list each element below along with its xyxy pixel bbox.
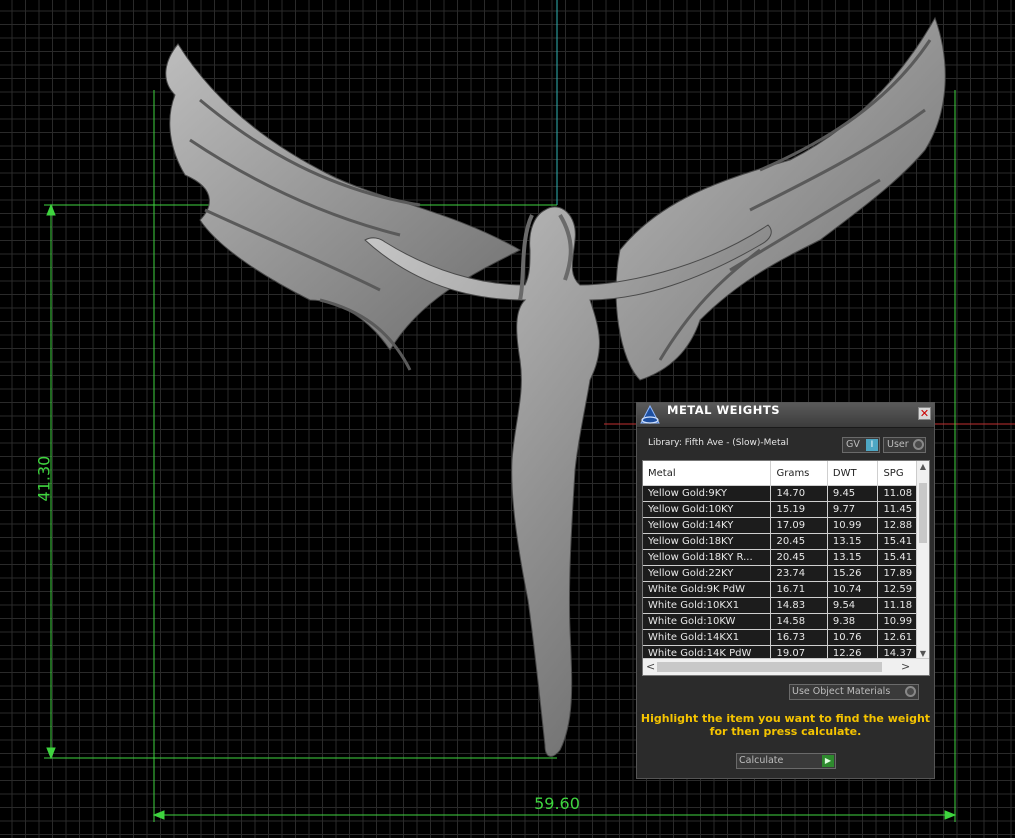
cell-grams: 15.19 xyxy=(770,501,828,518)
panel-title: METAL WEIGHTS xyxy=(667,403,780,417)
cell-grams: 14.70 xyxy=(770,485,828,502)
cell-dwt: 9.45 xyxy=(827,485,879,502)
panel-titlebar[interactable]: METAL WEIGHTS ✕ xyxy=(637,403,934,428)
play-arrow-icon: ▶ xyxy=(822,755,834,767)
cell-metal: Yellow Gold:22KY xyxy=(643,565,772,582)
cell-dwt: 9.54 xyxy=(827,597,879,614)
cell-dwt: 9.77 xyxy=(827,501,879,518)
vertical-scroll-thumb[interactable] xyxy=(919,483,927,543)
table-row[interactable]: White Gold:10KW 14.58 9.38 10.99 xyxy=(643,613,929,630)
gv-toggle[interactable]: GV I xyxy=(842,437,880,453)
cell-dwt: 10.76 xyxy=(827,629,879,646)
table-row[interactable]: White Gold:10KX1 14.83 9.54 11.18 xyxy=(643,597,929,614)
cell-dwt: 9.38 xyxy=(827,613,879,630)
cell-dwt: 15.26 xyxy=(827,565,879,582)
use-object-materials-label: Use Object Materials xyxy=(792,686,891,697)
cell-metal: Yellow Gold:18KY xyxy=(643,533,772,550)
cell-grams: 16.71 xyxy=(770,581,828,598)
table-row[interactable]: White Gold:14KX1 16.73 10.76 12.61 xyxy=(643,629,929,646)
vertical-scrollbar[interactable]: ▲ ▼ xyxy=(916,461,929,659)
table-row[interactable]: Yellow Gold:14KY 17.09 10.99 12.88 xyxy=(643,517,929,534)
cell-metal: Yellow Gold:14KY xyxy=(643,517,772,534)
calculate-button[interactable]: Calculate ▶ xyxy=(736,753,836,769)
instruction-text: Highlight the item you want to find the … xyxy=(637,712,934,738)
use-object-materials-radio-icon xyxy=(905,686,916,697)
cell-metal: White Gold:9K PdW xyxy=(643,581,772,598)
cell-grams: 17.09 xyxy=(770,517,828,534)
cell-grams: 23.74 xyxy=(770,565,828,582)
library-label: Library: Fifth Ave - (Slow)-Metal xyxy=(648,438,789,448)
cell-grams: 14.83 xyxy=(770,597,828,614)
app-logo-icon xyxy=(640,404,660,424)
column-header-grams[interactable]: Grams xyxy=(770,461,828,486)
scroll-left-icon[interactable]: < xyxy=(646,660,655,673)
instruction-line-2: for then press calculate. xyxy=(709,725,862,738)
left-wing xyxy=(165,43,522,351)
cell-metal: Yellow Gold:9KY xyxy=(643,485,772,502)
cell-grams: 14.58 xyxy=(770,613,828,630)
gv-toggle-indicator: I xyxy=(866,439,878,451)
close-icon[interactable]: ✕ xyxy=(918,407,931,420)
instruction-line-1: Highlight the item you want to find the … xyxy=(640,712,931,725)
scroll-right-icon[interactable]: > xyxy=(901,660,910,673)
cell-dwt: 13.15 xyxy=(827,549,879,566)
cell-dwt: 10.74 xyxy=(827,581,879,598)
cell-metal: Yellow Gold:10KY xyxy=(643,501,772,518)
cell-metal: Yellow Gold:18KY R... xyxy=(643,549,772,566)
gv-toggle-label: GV xyxy=(846,439,860,450)
calculate-label: Calculate xyxy=(739,755,784,766)
cell-metal: White Gold:10KW xyxy=(643,613,772,630)
cell-metal: White Gold:10KX1 xyxy=(643,597,772,614)
width-dimension-label: 59.60 xyxy=(534,794,580,813)
cell-dwt: 10.99 xyxy=(827,517,879,534)
right-wing xyxy=(615,16,946,381)
table-row[interactable]: White Gold:9K PdW 16.71 10.74 12.59 xyxy=(643,581,929,598)
cell-grams: 20.45 xyxy=(770,533,828,550)
use-object-materials-toggle[interactable]: Use Object Materials xyxy=(789,684,919,700)
horizontal-scrollbar[interactable]: < > xyxy=(643,658,929,675)
scroll-up-icon[interactable]: ▲ xyxy=(917,462,929,471)
cell-dwt: 13.15 xyxy=(827,533,879,550)
user-toggle[interactable]: User xyxy=(883,437,926,453)
column-header-dwt[interactable]: DWT xyxy=(827,461,879,486)
table-row[interactable]: Yellow Gold:10KY 15.19 9.77 11.45 xyxy=(643,501,929,518)
cell-grams: 20.45 xyxy=(770,549,828,566)
table-row[interactable]: Yellow Gold:18KY R... 20.45 13.15 15.41 xyxy=(643,549,929,566)
table-row[interactable]: Yellow Gold:22KY 23.74 15.26 17.89 xyxy=(643,565,929,582)
user-toggle-label: User xyxy=(887,439,909,450)
height-dimension-label: 41.30 xyxy=(34,455,54,502)
user-radio-icon xyxy=(913,439,924,450)
table-header-row: Metal Grams DWT SPG xyxy=(643,461,929,486)
cell-grams: 16.73 xyxy=(770,629,828,646)
metal-weights-table[interactable]: Metal Grams DWT SPG Yellow Gold:9KY 14.70… xyxy=(642,460,930,676)
column-header-metal[interactable]: Metal xyxy=(643,461,772,486)
table-row[interactable]: Yellow Gold:18KY 20.45 13.15 15.41 xyxy=(643,533,929,550)
table-row[interactable]: Yellow Gold:9KY 14.70 9.45 11.08 xyxy=(643,485,929,502)
horizontal-scroll-thumb[interactable] xyxy=(657,662,882,672)
metal-weights-panel: METAL WEIGHTS ✕ Library: Fifth Ave - (Sl… xyxy=(636,402,935,779)
cell-metal: White Gold:14KX1 xyxy=(643,629,772,646)
scroll-down-icon[interactable]: ▼ xyxy=(917,649,929,658)
